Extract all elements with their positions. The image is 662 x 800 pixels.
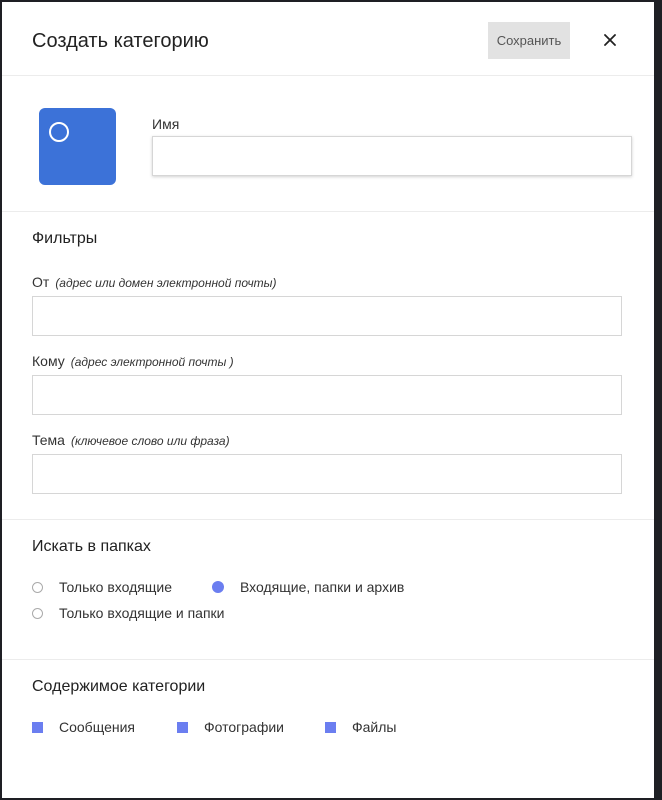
create-category-dialog: Создать категорию Сохранить Имя Фильтры …: [2, 2, 654, 798]
content-item-files[interactable]: Файлы: [325, 719, 396, 735]
name-section: Имя: [2, 76, 654, 212]
checkbox-checked-icon: [325, 721, 336, 733]
folder-option-inbox-and-folders[interactable]: Только входящие и папки: [32, 605, 224, 621]
radio-unchecked-icon: [32, 607, 43, 619]
filters-section: Фильтры От (адрес или домен электронной п…: [2, 212, 654, 520]
from-input[interactable]: [32, 296, 622, 336]
to-label: Кому (адрес электронной почты ): [32, 353, 234, 369]
subject-hint: (ключевое слово или фраза): [70, 434, 230, 448]
from-hint: (адрес или домен электронной почты): [55, 276, 277, 290]
close-icon: [604, 34, 616, 46]
save-button[interactable]: Сохранить: [488, 22, 570, 59]
close-button[interactable]: [598, 28, 622, 52]
content-section: Содержимое категории Сообщения Фотографи…: [2, 660, 654, 798]
from-label-text: От: [32, 274, 50, 290]
to-hint: (адрес электронной почты ): [70, 355, 234, 369]
name-label: Имя: [152, 116, 180, 132]
circle-icon: [49, 122, 69, 142]
folder-option-label: Входящие, папки и архив: [240, 579, 405, 595]
dialog-title: Создать категорию: [32, 30, 209, 52]
content-item-label: Фотографии: [204, 719, 285, 735]
content-item-photos[interactable]: Фотографии: [177, 719, 284, 735]
from-label: От (адрес или домен электронной почты): [32, 274, 277, 290]
folder-option-label: Только входящие: [59, 579, 172, 595]
category-avatar-picker[interactable]: [39, 108, 116, 185]
folders-section: Искать в папках Только входящие Входящие…: [2, 520, 654, 660]
folder-option-inbox-only[interactable]: Только входящие: [32, 579, 172, 595]
content-item-label: Сообщения: [59, 719, 135, 735]
subject-input[interactable]: [32, 454, 622, 494]
checkbox-checked-icon: [177, 721, 188, 733]
dialog-header: Создать категорию Сохранить: [2, 2, 654, 76]
subject-label: Тема (ключевое слово или фраза): [32, 432, 230, 448]
to-input[interactable]: [32, 375, 622, 415]
subject-label-text: Тема: [32, 432, 65, 448]
checkbox-checked-icon: [32, 721, 43, 733]
radio-checked-icon: [212, 581, 224, 593]
content-heading: Содержимое категории: [32, 678, 206, 695]
folders-heading: Искать в папках: [32, 538, 151, 555]
filters-heading: Фильтры: [32, 230, 98, 247]
to-label-text: Кому: [32, 353, 65, 369]
content-item-messages[interactable]: Сообщения: [32, 719, 135, 735]
radio-unchecked-icon: [32, 581, 43, 593]
folder-option-inbox-folders-archive[interactable]: Входящие, папки и архив: [212, 579, 404, 595]
name-input[interactable]: [152, 136, 632, 176]
content-item-label: Файлы: [352, 719, 397, 735]
folder-option-label: Только входящие и папки: [59, 605, 225, 621]
